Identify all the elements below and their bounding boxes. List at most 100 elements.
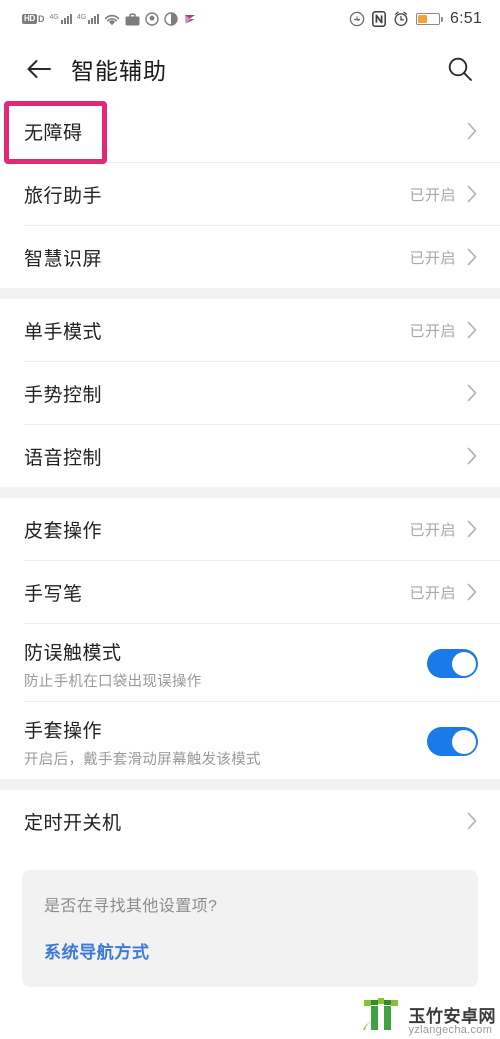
settings-row-value: 已开启 [409, 521, 456, 539]
settings-row-right [427, 649, 478, 678]
settings-row-title: 智慧识屏 [24, 248, 103, 270]
settings-row-title: 手势控制 [24, 384, 103, 406]
settings-row[interactable]: 手套操作开启后，戴手套滑动屏幕触发该模式 [0, 702, 500, 779]
settings-row[interactable]: 无障碍 [0, 100, 500, 162]
chevron-right-icon [466, 383, 478, 403]
settings-row-right [466, 811, 478, 831]
page-title: 智能辅助 [71, 58, 167, 84]
settings-row[interactable]: 旅行助手 已开启 [0, 163, 500, 225]
settings-row-texts: 定时开关机 [24, 808, 466, 835]
settings-row[interactable]: 防误触模式防止手机在口袋出现误操作 [0, 624, 500, 701]
settings-row-texts: 旅行助手 [24, 181, 409, 208]
network-type-label-1: 4G [49, 14, 59, 21]
settings-row-title: 手写笔 [24, 583, 83, 605]
status-bar-right-icons: 6:51 [349, 10, 482, 28]
settings-row-texts: 手势控制 [24, 380, 466, 407]
settings-row-title: 无障碍 [24, 122, 83, 144]
toggle-switch[interactable] [427, 649, 478, 678]
settings-row-subtitle: 防止手机在口袋出现误操作 [24, 674, 202, 690]
settings-row-texts: 智慧识屏 [24, 244, 409, 271]
wifi-icon [104, 13, 120, 26]
group-separator [0, 288, 500, 299]
settings-row-title: 旅行助手 [24, 185, 103, 207]
suggestion-question: 是否在寻找其他设置项? [44, 898, 218, 915]
group-separator [0, 487, 500, 498]
chevron-right-icon [466, 320, 478, 340]
settings-row-texts: 皮套操作 [24, 516, 409, 543]
app-header: 智能辅助 [0, 38, 500, 100]
settings-row-subtitle: 开启后，戴手套滑动屏幕触发该模式 [24, 752, 261, 768]
settings-row-title: 语音控制 [24, 447, 103, 469]
settings-row[interactable]: 定时开关机 [0, 790, 500, 852]
settings-row-right: 已开启 [409, 247, 478, 268]
settings-row-title: 皮套操作 [24, 520, 103, 542]
settings-group: 皮套操作 已开启 手写笔 已开启 防误触模式 防止手机在口袋出现误操作 手套操作 开启后，戴手… [0, 498, 500, 779]
settings-group: 无障碍 旅行助手 已开启 智慧识屏 已开启 [0, 100, 500, 288]
toggle-switch[interactable] [427, 727, 478, 756]
settings-row-texts: 手写笔 [24, 579, 409, 606]
settings-row[interactable]: 手写笔 已开启 [0, 561, 500, 623]
settings-row-title: 单手模式 [24, 321, 103, 343]
settings-row-right [466, 383, 478, 403]
hd-badge-label: HD [22, 14, 37, 24]
settings-row-texts: 手套操作开启后，戴手套滑动屏幕触发该模式 [24, 712, 427, 769]
settings-row[interactable]: 单手模式 已开启 [0, 299, 500, 361]
settings-row-value: 已开启 [409, 322, 456, 340]
briefcase-icon [125, 12, 140, 26]
status-bar: HD D 4G 4G 6:51 [0, 0, 500, 38]
chevron-right-icon [466, 519, 478, 539]
settings-row-texts: 单手模式 [24, 317, 409, 344]
chevron-right-icon [466, 446, 478, 466]
watermark-text: 玉竹安卓网 yzlangecha.com [409, 1007, 497, 1037]
search-icon[interactable] [442, 51, 478, 87]
chevron-right-icon [466, 582, 478, 602]
suggestion-card-area: 是否在寻找其他设置项? 系统导航方式 [0, 852, 500, 987]
back-arrow-icon[interactable] [20, 50, 58, 88]
nfc-icon [372, 11, 386, 27]
settings-group: 单手模式 已开启手势控制语音控制 [0, 299, 500, 487]
settings-row[interactable]: 智慧识屏 已开启 [0, 226, 500, 288]
status-bar-left-icons: HD D 4G 4G [22, 12, 349, 26]
settings-row[interactable]: 皮套操作 已开启 [0, 498, 500, 560]
hd-voice-icon: HD D [22, 14, 44, 24]
settings-row[interactable]: 语音控制 [0, 425, 500, 487]
signal-bars-2 [88, 14, 100, 24]
network-type-label-2: 4G [76, 14, 87, 21]
app-logo-icon [183, 12, 197, 26]
toggle-knob [451, 651, 476, 676]
settings-row-title: 防误触模式 [24, 643, 122, 664]
settings-row-right: 已开启 [409, 184, 478, 205]
signal-bars-1 [60, 14, 72, 24]
settings-row-right [427, 727, 478, 756]
settings-group: 定时开关机 [0, 790, 500, 852]
settings-row-right [466, 446, 478, 466]
settings-row-texts: 防误触模式防止手机在口袋出现误操作 [24, 634, 427, 691]
vpn-icon [145, 12, 159, 26]
settings-row-value: 已开启 [409, 584, 456, 602]
battery-icon [416, 13, 443, 25]
do-not-disturb-icon [349, 11, 365, 27]
settings-row-right: 已开启 [409, 320, 478, 341]
alarm-icon [393, 11, 409, 27]
settings-row-texts: 无障碍 [24, 118, 466, 145]
signal-4g-icon-2: 4G [76, 14, 100, 24]
settings-row-title: 手套操作 [24, 721, 103, 742]
chevron-right-icon [466, 247, 478, 267]
data-saver-icon [164, 12, 178, 26]
settings-row-title: 定时开关机 [24, 812, 122, 834]
group-separator [0, 779, 500, 790]
suggestion-link-system-navigation[interactable]: 系统导航方式 [44, 938, 150, 963]
settings-row-right [466, 121, 478, 141]
chevron-right-icon [466, 184, 478, 204]
settings-row-right: 已开启 [409, 582, 478, 603]
hd-sub-label: D [37, 14, 45, 24]
settings-row-texts: 语音控制 [24, 443, 466, 470]
chevron-right-icon [466, 121, 478, 141]
settings-list: 无障碍 旅行助手 已开启 智慧识屏 已开启 单手模式 已开启 手势控制 语音控制 皮套操作 已开启手… [0, 100, 500, 852]
settings-row-right: 已开启 [409, 519, 478, 540]
chevron-right-icon [466, 811, 478, 831]
watermark: 玉竹安卓网 yzlangecha.com [361, 992, 497, 1037]
bamboo-logo-icon [361, 992, 403, 1037]
suggestion-card: 是否在寻找其他设置项? 系统导航方式 [22, 870, 478, 987]
settings-row[interactable]: 手势控制 [0, 362, 500, 424]
